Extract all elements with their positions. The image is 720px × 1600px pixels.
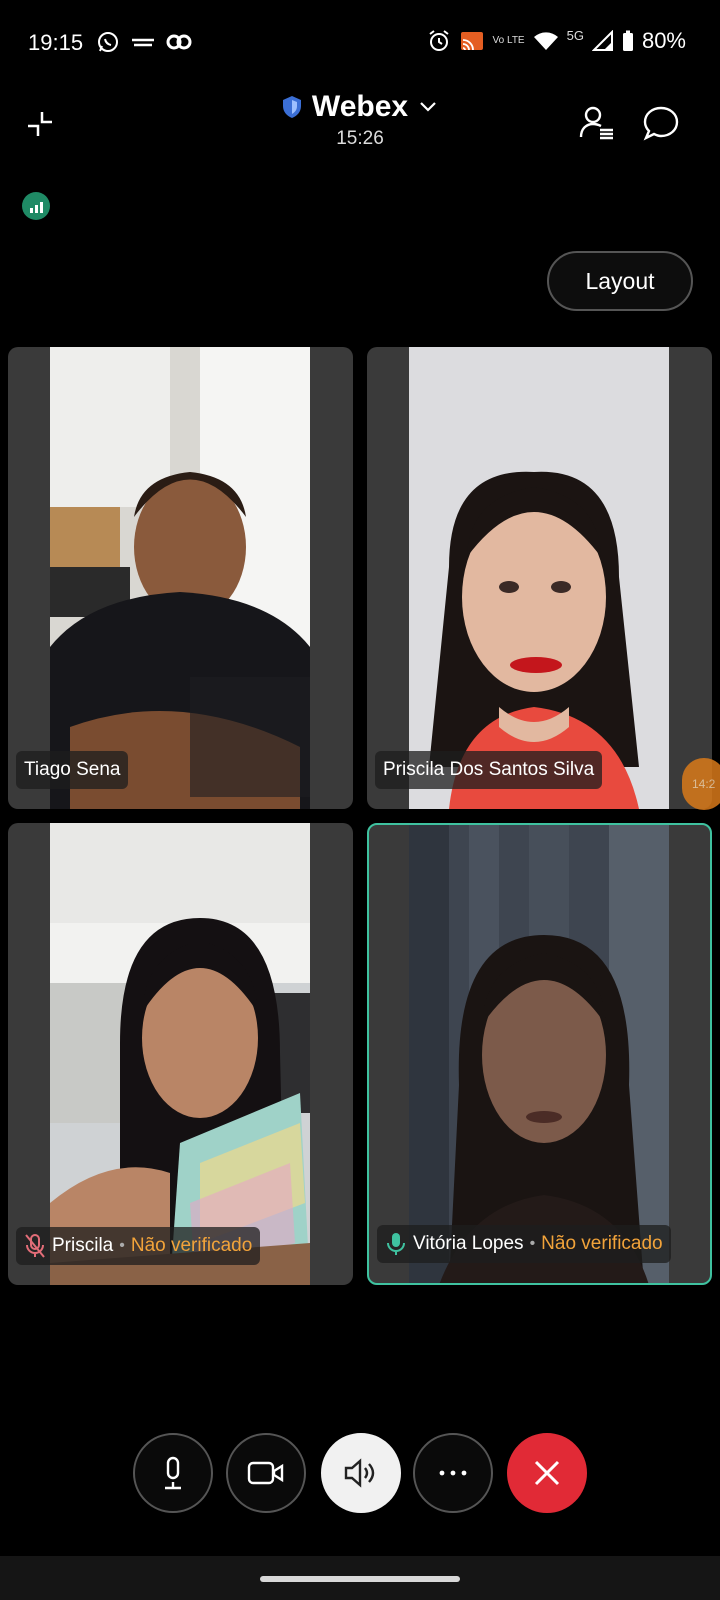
more-icon — [439, 1470, 467, 1476]
status-app-icons — [96, 30, 192, 54]
call-controls — [0, 1433, 720, 1513]
participant-video — [50, 823, 310, 1285]
separator-dot: • — [529, 1235, 536, 1252]
battery-level: 80% — [641, 28, 686, 53]
volte-label: Vo LTE — [492, 35, 525, 46]
participant-name: Tiago Sena — [24, 759, 121, 780]
participant-name: Priscila Dos Santos Silva — [383, 759, 595, 780]
participants-icon[interactable] — [578, 104, 616, 142]
battery-icon — [622, 30, 633, 51]
microphone-icon — [165, 1456, 181, 1490]
separator-dot: • — [119, 1237, 125, 1254]
volte-icon: Vo LTE — [493, 36, 525, 46]
participant-name: Priscila — [52, 1235, 114, 1256]
layout-button[interactable]: Layout — [547, 251, 693, 311]
participant-video — [409, 825, 669, 1283]
ifood-icon — [132, 38, 154, 47]
shield-icon — [282, 96, 301, 118]
speaker-icon — [344, 1458, 375, 1488]
participant-name-tag: Vitória Lopes • Não verificado — [377, 1225, 671, 1263]
speaker-button[interactable] — [321, 1433, 401, 1513]
header-actions — [578, 104, 680, 142]
webtoon-icon — [166, 34, 192, 50]
home-handle[interactable] — [260, 1576, 460, 1582]
participant-tile[interactable]: Tiago Sena — [8, 347, 353, 809]
end-call-button[interactable] — [507, 1433, 587, 1513]
participant-name: Vitória Lopes — [413, 1233, 524, 1254]
cast-icon — [460, 32, 483, 51]
participant-name-tag: Priscila • Não verificado — [16, 1227, 261, 1265]
verification-status: Não verificado — [541, 1233, 663, 1254]
title-row[interactable]: Webex — [282, 90, 438, 124]
wifi-icon — [533, 32, 558, 50]
self-view-pill-label: 14:2 — [692, 777, 716, 791]
participant-video — [50, 347, 310, 809]
more-options-button[interactable] — [413, 1433, 493, 1513]
status-system-icons: Vo LTE 5G 80% — [427, 28, 686, 54]
mic-muted-icon — [25, 1234, 45, 1258]
signal-icon — [591, 30, 613, 51]
verification-status: Não verificado — [130, 1235, 253, 1256]
mic-active-icon — [387, 1233, 405, 1255]
chat-icon[interactable] — [642, 104, 680, 142]
chevron-down-icon[interactable] — [418, 100, 438, 114]
meeting-title: Webex — [311, 90, 409, 123]
camera-button[interactable] — [226, 1433, 306, 1513]
participant-name-tag: Priscila Dos Santos Silva — [375, 751, 603, 789]
status-bar: 19:15 Vo LTE 5G 80% — [0, 0, 720, 84]
participant-tile[interactable]: Priscila • Não verificado — [8, 823, 353, 1285]
network-type: 5G — [566, 28, 584, 43]
system-nav-bar — [0, 1556, 720, 1600]
participant-tile[interactable]: Priscila Dos Santos Silva — [367, 347, 712, 809]
alarm-icon — [428, 30, 449, 51]
network-quality-icon[interactable] — [22, 192, 50, 220]
close-icon — [534, 1460, 560, 1486]
participant-video — [409, 347, 669, 809]
whatsapp-icon — [98, 32, 118, 52]
camera-icon — [247, 1461, 284, 1485]
self-view-pill[interactable]: 14:2 — [682, 758, 720, 810]
participant-tile[interactable]: Vitória Lopes • Não verificado — [367, 823, 712, 1285]
status-time: 19:15 — [28, 30, 84, 55]
call-header: Webex 15:26 — [0, 90, 720, 160]
participant-name-tag: Tiago Sena — [16, 751, 129, 789]
microphone-button[interactable] — [133, 1433, 213, 1513]
